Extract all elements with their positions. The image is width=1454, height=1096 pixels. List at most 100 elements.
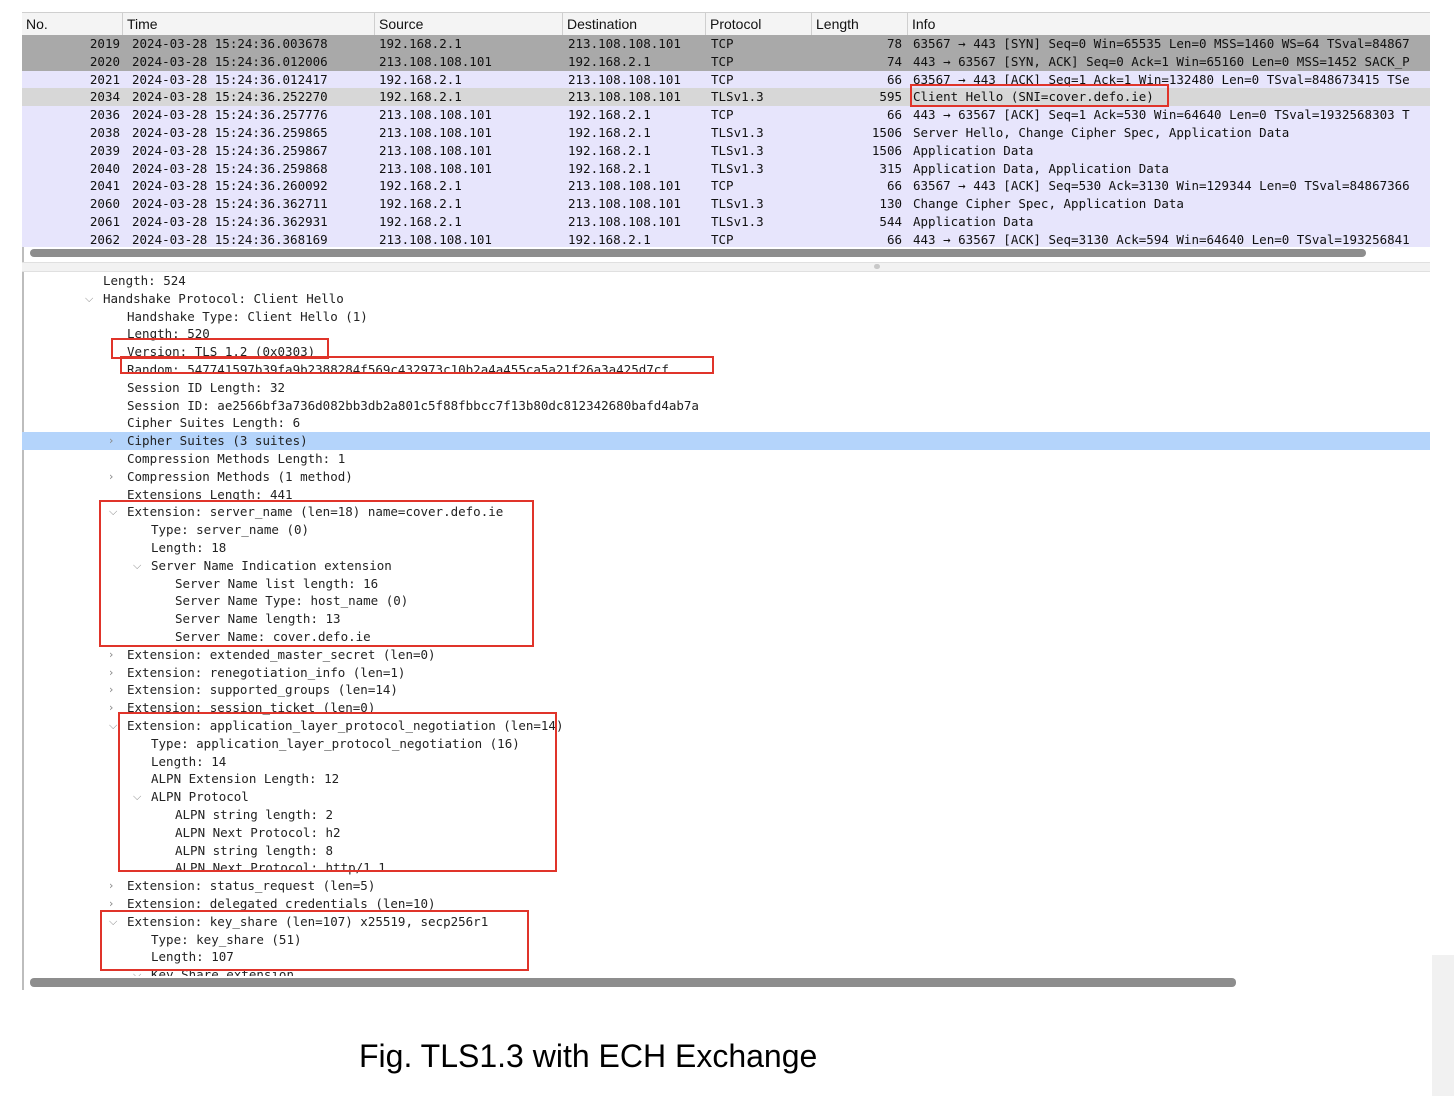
- tree-item[interactable]: Length: 524: [103, 272, 186, 290]
- packet-row[interactable]: 2038 2024-03-28 15:24:36.259865 213.108.10…: [22, 124, 1430, 142]
- packet-length: 130: [879, 196, 902, 212]
- packet-row[interactable]: 2039 2024-03-28 15:24:36.259867 213.108.10…: [22, 141, 1430, 160]
- tree-item[interactable]: Session ID: ae2566bf3a736d082bb3db2a801c…: [127, 397, 699, 415]
- packet-length: 66: [886, 231, 902, 247]
- tree-item[interactable]: Handshake Protocol: Client Hello: [103, 290, 344, 308]
- tree-item[interactable]: Extension: status_request (len=5): [127, 877, 375, 895]
- packet-source: 192.168.2.1: [379, 214, 462, 229]
- packet-list: 2019 2024-03-28 15:24:36.003678 192.168.2.…: [22, 35, 1430, 247]
- packet-time: 2024-03-28 15:24:36.012417: [132, 71, 328, 87]
- packet-source: 213.108.108.101: [379, 142, 492, 158]
- tree-item[interactable]: Cipher Suites (3 suites): [127, 432, 308, 450]
- packet-destination: 192.168.2.1: [568, 125, 651, 140]
- key-share-highlight: [100, 910, 529, 971]
- packet-row[interactable]: 2021 2024-03-28 15:24:36.012417 192.168.2.…: [22, 70, 1430, 89]
- chevron-right-icon[interactable]: ›: [109, 468, 113, 486]
- packet-row[interactable]: 2060 2024-03-28 15:24:36.362711 192.168.2.…: [22, 195, 1430, 213]
- tree-item[interactable]: Extension: extended_master_secret (len=0…: [127, 646, 436, 664]
- packet-number: 2039: [89, 142, 120, 158]
- packet-source: 213.108.108.101: [379, 107, 492, 123]
- column-header-time[interactable]: Time: [122, 13, 374, 35]
- packet-destination: 213.108.108.101: [568, 36, 681, 51]
- column-header-no[interactable]: No.: [22, 13, 122, 35]
- column-header-info[interactable]: Info: [907, 13, 1430, 35]
- packet-protocol: TLSv1.3: [711, 142, 764, 158]
- packet-time: 2024-03-28 15:24:36.257776: [132, 107, 328, 123]
- packet-time: 2024-03-28 15:24:36.368169: [132, 231, 328, 247]
- packet-protocol: TCP: [711, 107, 734, 123]
- packet-time: 2024-03-28 15:24:36.362711: [132, 196, 328, 212]
- packet-number: 2021: [89, 71, 120, 87]
- packet-protocol: TCP: [711, 36, 734, 51]
- packet-destination: 213.108.108.101: [568, 71, 681, 87]
- tree-item[interactable]: Compression Methods (1 method): [127, 468, 353, 486]
- tree-item[interactable]: Extension: renegotiation_info (len=1): [127, 664, 405, 682]
- packet-time: 2024-03-28 15:24:36.252270: [132, 89, 328, 105]
- tree-item[interactable]: Cipher Suites Length: 6: [127, 414, 300, 432]
- packet-source: 213.108.108.101: [379, 125, 492, 140]
- column-header-destination[interactable]: Destination: [562, 13, 705, 35]
- packet-row[interactable]: 2034 2024-03-28 15:24:36.252270 192.168.2.…: [22, 88, 1430, 107]
- packet-number: 2036: [89, 107, 120, 123]
- tree-item[interactable]: Session ID Length: 32: [127, 379, 285, 397]
- packet-row[interactable]: 2061 2024-03-28 15:24:36.362931 192.168.2.…: [22, 213, 1430, 231]
- packet-list-header: No. Time Source Destination Protocol Len…: [22, 12, 1430, 36]
- packet-row[interactable]: 2062 2024-03-28 15:24:36.368169 213.108.10…: [22, 230, 1430, 247]
- packet-protocol: TCP: [711, 71, 734, 87]
- packet-number: 2062: [89, 231, 120, 247]
- packet-row[interactable]: 2040 2024-03-28 15:24:36.259868 213.108.10…: [22, 159, 1430, 178]
- packet-list-scrollbar[interactable]: [30, 249, 1366, 257]
- packet-protocol: TCP: [711, 178, 734, 194]
- packet-number: 2061: [89, 214, 120, 229]
- column-header-length[interactable]: Length: [811, 13, 907, 35]
- packet-length: 74: [886, 53, 902, 69]
- chevron-right-icon[interactable]: ›: [109, 699, 113, 717]
- packet-info: Application Data, Application Data: [913, 160, 1169, 176]
- packet-time: 2024-03-28 15:24:36.003678: [132, 36, 328, 51]
- packet-destination: 213.108.108.101: [568, 196, 681, 212]
- packet-length: 66: [886, 71, 902, 87]
- packet-protocol: TLSv1.3: [711, 160, 764, 176]
- tree-item[interactable]: Extension: supported_groups (len=14): [127, 681, 398, 699]
- packet-info: Application Data: [913, 214, 1034, 229]
- column-header-protocol[interactable]: Protocol: [705, 13, 811, 35]
- tree-item[interactable]: Handshake Type: Client Hello (1): [127, 308, 368, 326]
- packet-number: 2020: [89, 53, 120, 69]
- packet-protocol: TCP: [711, 53, 734, 69]
- packet-destination: 213.108.108.101: [568, 178, 681, 194]
- chevron-right-icon[interactable]: ›: [109, 646, 113, 664]
- packet-number: 2038: [89, 125, 120, 140]
- column-header-source[interactable]: Source: [374, 13, 562, 35]
- packet-length: 66: [886, 178, 902, 194]
- packet-length: 544: [879, 214, 902, 229]
- packet-source: 213.108.108.101: [379, 231, 492, 247]
- chevron-right-icon[interactable]: ›: [109, 432, 113, 450]
- packet-time: 2024-03-28 15:24:36.362931: [132, 214, 328, 229]
- packet-row[interactable]: 2019 2024-03-28 15:24:36.003678 192.168.2.…: [22, 35, 1430, 53]
- packet-destination: 192.168.2.1: [568, 231, 651, 247]
- packet-destination: 192.168.2.1: [568, 107, 651, 123]
- packet-length: 595: [879, 89, 902, 105]
- packet-source: 192.168.2.1: [379, 89, 462, 105]
- packet-row[interactable]: 2020 2024-03-28 15:24:36.012006 213.108.10…: [22, 52, 1430, 71]
- packet-source: 192.168.2.1: [379, 196, 462, 212]
- packet-row[interactable]: 2036 2024-03-28 15:24:36.257776 213.108.10…: [22, 106, 1430, 124]
- packet-row[interactable]: 2041 2024-03-28 15:24:36.260092 192.168.2.…: [22, 177, 1430, 196]
- details-scrollbar[interactable]: [30, 978, 1236, 987]
- chevron-right-icon[interactable]: ›: [109, 681, 113, 699]
- chevron-down-icon[interactable]: ⌵: [109, 717, 117, 735]
- packet-protocol: TLSv1.3: [711, 214, 764, 229]
- packet-time: 2024-03-28 15:24:36.259868: [132, 160, 328, 176]
- tree-item[interactable]: Compression Methods Length: 1: [127, 450, 345, 468]
- packet-length: 78: [886, 36, 902, 51]
- packet-protocol: TLSv1.3: [711, 89, 764, 105]
- chevron-right-icon[interactable]: ›: [109, 664, 113, 682]
- chevron-down-icon[interactable]: ⌵: [85, 290, 93, 308]
- packet-time: 2024-03-28 15:24:36.259865: [132, 125, 328, 140]
- random-highlight: [120, 356, 714, 374]
- chevron-right-icon[interactable]: ›: [109, 877, 113, 895]
- packet-protocol: TCP: [711, 231, 734, 247]
- packet-length: 66: [886, 107, 902, 123]
- packet-info: 443 → 63567 [ACK] Seq=3130 Ack=594 Win=6…: [913, 231, 1410, 247]
- packet-number: 2034: [89, 89, 120, 105]
